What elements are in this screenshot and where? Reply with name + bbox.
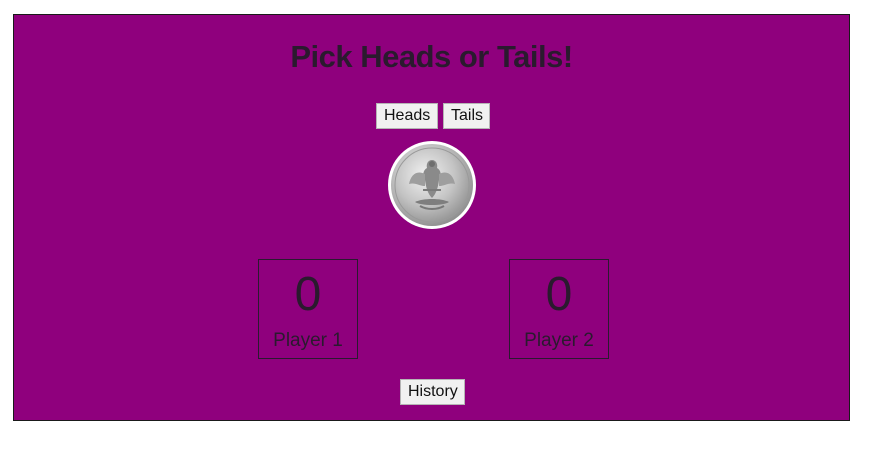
player-1-label: Player 1 bbox=[273, 330, 343, 351]
game-panel: Pick Heads or Tails! Heads Tails 0 Playe… bbox=[13, 14, 850, 421]
player-1-score-card: 0 Player 1 bbox=[258, 259, 358, 359]
player-1-score: 0 bbox=[294, 268, 322, 321]
player-2-score-card: 0 Player 2 bbox=[509, 259, 609, 359]
tails-button[interactable]: Tails bbox=[443, 103, 490, 129]
page-title: Pick Heads or Tails! bbox=[290, 39, 573, 74]
player-2-score: 0 bbox=[545, 268, 573, 321]
player-2-label: Player 2 bbox=[524, 330, 594, 351]
history-button[interactable]: History bbox=[400, 379, 465, 405]
heads-button[interactable]: Heads bbox=[376, 103, 438, 129]
quarter-coin-eagle-icon bbox=[388, 141, 476, 229]
coin-image bbox=[387, 140, 477, 230]
